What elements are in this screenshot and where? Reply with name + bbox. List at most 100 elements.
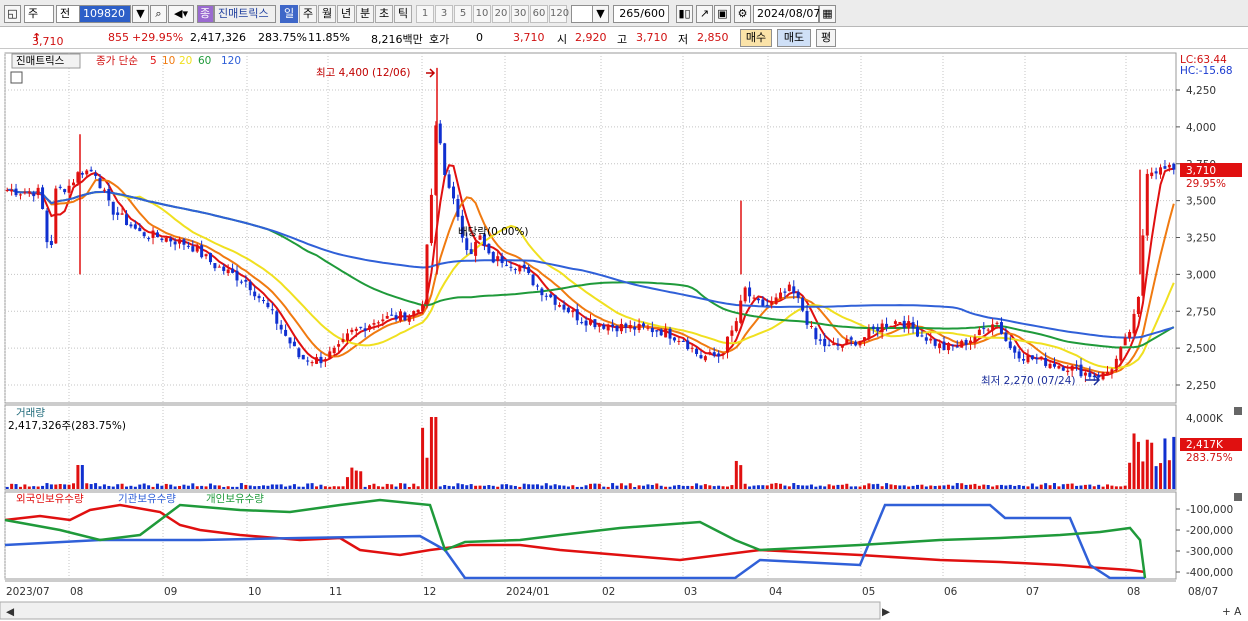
volume-bar <box>580 486 584 489</box>
chevron-down-icon[interactable]: ▼ <box>132 5 149 23</box>
volume-bar <box>434 417 438 489</box>
candle-body <box>1061 367 1065 371</box>
market-select[interactable]: 주 <box>24 5 54 23</box>
interval-button-30[interactable]: 30 <box>511 5 529 23</box>
x-axis-label: 03 <box>684 586 697 598</box>
volume-bar <box>133 486 137 489</box>
buy-button[interactable]: 매수 <box>740 29 772 47</box>
low-price: 2,850 <box>697 31 729 44</box>
volume-bar <box>527 484 531 489</box>
volume-bar <box>98 486 102 489</box>
volume-bar <box>474 485 478 489</box>
candle-body <box>429 194 433 244</box>
candle-body <box>518 266 522 272</box>
candle-body <box>752 297 756 299</box>
volume-bar <box>1101 486 1105 489</box>
interval-button-3[interactable]: 3 <box>435 5 453 23</box>
speaker-icon[interactable]: ◀▾ <box>168 5 194 23</box>
candle-body <box>1035 357 1039 360</box>
candle-body <box>5 189 9 191</box>
volume-bar <box>67 484 71 489</box>
candle-body <box>1167 164 1171 168</box>
save-icon[interactable]: ▣ <box>714 5 731 23</box>
volume-bar <box>1030 483 1034 489</box>
candle-body <box>195 246 199 252</box>
candle-body <box>465 238 469 251</box>
volume-bar <box>1132 433 1136 489</box>
interval-button-120[interactable]: 120 <box>549 5 569 23</box>
interval-button-1[interactable]: 1 <box>416 5 434 23</box>
volume-bar <box>712 486 716 489</box>
gear-icon[interactable]: ⚙ <box>734 5 751 23</box>
candle-body <box>898 322 902 324</box>
stock-chart[interactable]: 4,2504,0003,7503,5003,2503,0002,7502,500… <box>0 50 1248 621</box>
chevron-down-icon[interactable]: ▼ <box>592 5 609 23</box>
candle-body <box>902 320 906 328</box>
candle-body <box>32 193 36 197</box>
candle-body <box>98 178 102 189</box>
candle-body <box>142 232 146 237</box>
draw-icon[interactable]: ↗ <box>696 5 713 23</box>
volume-bar <box>1048 485 1052 489</box>
period-tab-3[interactable]: 년 <box>337 5 355 23</box>
scroll-right-icon: ▶ <box>882 606 891 618</box>
candle-body <box>284 329 288 336</box>
volume-bar <box>818 485 822 489</box>
search-icon[interactable]: ⌕ <box>150 5 167 23</box>
candle-body <box>147 238 151 240</box>
window-icon[interactable]: ◱ <box>4 5 21 23</box>
candle-body <box>933 339 937 346</box>
candle-body <box>911 322 915 329</box>
candle-body <box>421 304 425 312</box>
candle-body <box>443 143 447 175</box>
volume-bar <box>328 486 332 489</box>
volume-bar <box>544 483 548 489</box>
volume-bar <box>36 486 40 489</box>
volume-bar <box>761 485 765 489</box>
candle-body <box>151 230 155 238</box>
interval-button-5[interactable]: 5 <box>454 5 472 23</box>
period-tab-6[interactable]: 틱 <box>394 5 412 23</box>
candle-body <box>809 326 813 328</box>
candle-body <box>1159 167 1163 175</box>
interval-button-10[interactable]: 10 <box>473 5 491 23</box>
volume-bar <box>85 483 89 489</box>
interval-button-20[interactable]: 20 <box>492 5 510 23</box>
candle-body <box>584 320 588 326</box>
candle-body <box>262 299 266 302</box>
volume-bar <box>672 485 676 489</box>
period-tab-0[interactable]: 일 <box>280 5 298 23</box>
chart-type-icon[interactable]: ▮▯ <box>676 5 693 23</box>
calendar-icon[interactable]: ▦ <box>819 5 836 23</box>
volume-bar <box>478 485 482 489</box>
volume-bar <box>739 465 743 489</box>
volume-bar <box>986 485 990 489</box>
count-input[interactable]: 265/600 <box>613 5 669 23</box>
period-tab-4[interactable]: 분 <box>356 5 374 23</box>
date-input[interactable]: 2024/08/07 <box>753 5 820 23</box>
volume-bar <box>429 417 433 489</box>
avg-button[interactable]: 평 <box>816 29 836 47</box>
high-price: 3,710 <box>636 31 668 44</box>
period-tab-2[interactable]: 월 <box>318 5 336 23</box>
candle-body <box>133 224 137 229</box>
volume-bar <box>1022 485 1026 489</box>
candle-body <box>575 309 579 321</box>
candle-body <box>125 214 129 226</box>
volume-bar <box>611 483 615 489</box>
volume-bar <box>222 486 226 489</box>
candle-body <box>734 321 738 332</box>
candle-body <box>509 266 513 268</box>
period-tab-1[interactable]: 주 <box>299 5 317 23</box>
volume-bar <box>10 483 14 489</box>
candle-body <box>337 344 341 347</box>
volume-bar <box>531 484 535 489</box>
candle-body <box>672 337 676 341</box>
candle-body <box>915 326 919 337</box>
interval-button-60[interactable]: 60 <box>530 5 548 23</box>
period-tab-5[interactable]: 초 <box>375 5 393 23</box>
stock-code-input[interactable]: 109820 <box>79 5 131 23</box>
volume-bar <box>801 485 805 489</box>
sell-button[interactable]: 매도 <box>777 29 811 47</box>
candle-body <box>1154 171 1158 174</box>
